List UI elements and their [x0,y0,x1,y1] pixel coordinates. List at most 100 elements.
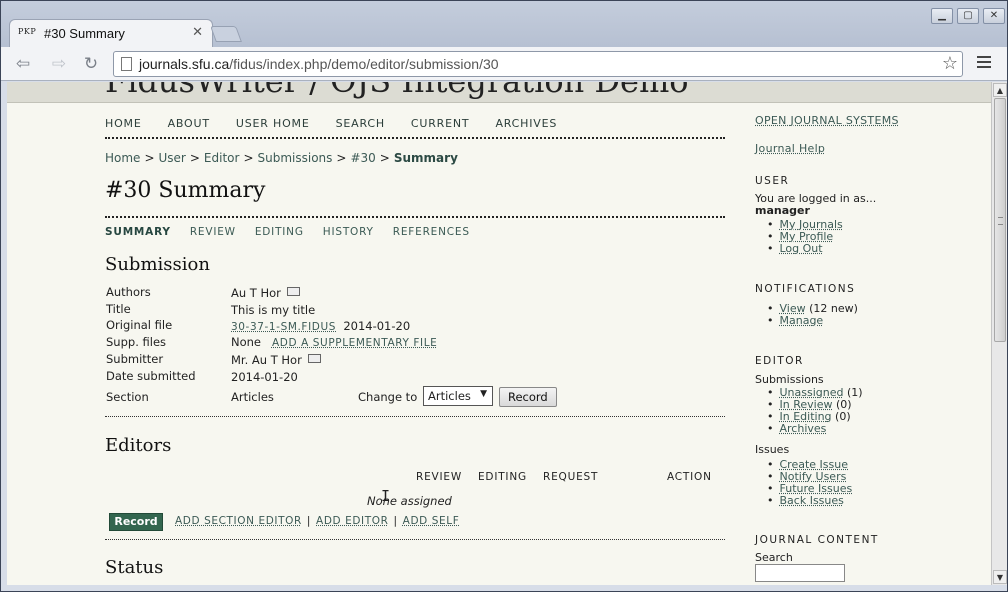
page-icon [121,57,132,71]
address-bar[interactable]: journals.sfu.ca/fidus/index.php/demo/edi… [113,51,963,77]
bookmark-star-icon[interactable]: ☆ [942,53,958,74]
minimize-button[interactable]: ▁ [931,8,953,24]
record-section-button[interactable]: Record [499,387,557,407]
user-links: My Journals My Profile Log Out [767,219,843,255]
tab-references[interactable]: REFERENCES [393,226,470,238]
page-title: #30 Summary [105,178,266,203]
col-request: REQUEST [543,471,599,483]
search-input[interactable] [755,564,845,582]
maximize-button[interactable]: ▢ [957,8,979,24]
page-viewport: FidusWriter / OJS Integration Demo HOME … [7,82,991,585]
col-review: REVIEW [416,471,463,483]
nav-current[interactable]: CURRENT [411,117,470,130]
title-label: Title [106,302,131,316]
original-file-date: 2014-01-20 [343,319,411,333]
tab-review[interactable]: REVIEW [190,226,236,238]
journal-help-link[interactable]: Journal Help [755,142,825,155]
tab-bar: PKP #30 Summary ✕ ▁ ▢ ✕ [1,1,1007,47]
submitter-label: Submitter [106,352,164,366]
tab-close-icon[interactable]: ✕ [192,25,203,40]
notifications-links: View (12 new) Manage [767,303,858,327]
tab-history[interactable]: HISTORY [323,226,374,238]
browser-menu-icon[interactable] [977,56,991,70]
status-heading: Status [105,557,164,578]
nav-user-home[interactable]: USER HOME [236,117,310,130]
site-nav: HOME ABOUT USER HOME SEARCH CURRENT ARCH… [105,117,583,130]
scroll-down-arrow-icon[interactable]: ▼ [993,570,1007,584]
pkp-favicon-icon: PKP [18,27,37,36]
notifications-heading: NOTIFICATIONS [755,283,856,295]
date-submitted-value: 2014-01-20 [231,370,298,384]
url-text[interactable]: journals.sfu.ca/fidus/index.php/demo/edi… [139,56,499,72]
browser-window: PKP #30 Summary ✕ ▁ ▢ ✕ ⇦ ⇨ ↻ journals.s… [0,0,1008,592]
submitter-value: Mr. Au T Hor [231,353,321,367]
supp-files-value: None ADD A SUPPLEMENTARY FILE [231,335,438,349]
list-item: Log Out [767,243,843,255]
editors-heading: Editors [105,435,172,456]
journal-content-heading: JOURNAL CONTENT [755,534,879,546]
ojs-link[interactable]: OPEN JOURNAL SYSTEMS [755,114,899,127]
nav-archives[interactable]: ARCHIVES [495,117,557,130]
reload-icon[interactable]: ↻ [79,53,103,75]
browser-toolbar: ⇦ ⇨ ↻ journals.sfu.ca/fidus/index.php/de… [1,47,1007,81]
breadcrumb-submissions[interactable]: Submissions [258,151,333,165]
submission-tabs: SUMMARY REVIEW EDITING HISTORY REFERENCE… [105,226,489,238]
editor-heading: EDITOR [755,355,804,367]
close-window-button[interactable]: ✕ [983,8,1005,24]
issues-links: Create Issue Notify Users Future Issues … [767,459,853,507]
breadcrumb-home[interactable]: Home [105,151,140,165]
new-tab-button[interactable] [210,26,242,42]
dropdown-arrow-icon: ▼ [480,389,487,399]
text-cursor-icon: I [381,487,391,505]
log-out-link[interactable]: Log Out [780,242,823,255]
submissions-links: Unassigned (1) In Review (0) In Editing … [767,387,863,435]
authors-label: Authors [106,285,151,299]
username: manager [755,204,810,217]
record-editors-button[interactable]: Record [109,513,163,531]
tab-editing[interactable]: EDITING [255,226,304,238]
browser-tab[interactable]: PKP #30 Summary ✕ [9,19,213,47]
grip-icon [998,217,1003,225]
change-to-label: Change to [358,390,418,404]
back-issues-link[interactable]: Back Issues [780,494,844,507]
breadcrumb-30[interactable]: #30 [350,151,375,165]
add-self-link[interactable]: ADD SELF [403,515,460,527]
list-item: Back Issues [767,495,852,507]
original-file-link[interactable]: 30-37-1-SM.FIDUS [231,321,336,333]
nav-home[interactable]: HOME [105,117,142,130]
sidebar: OPEN JOURNAL SYSTEMS Journal Help USER Y… [755,82,991,585]
title-value: This is my title [231,303,316,317]
col-editing: EDITING [478,471,527,483]
list-item: Manage [767,315,858,327]
section-label: Section [106,390,149,404]
add-section-editor-link[interactable]: ADD SECTION EDITOR [175,515,302,527]
nav-about[interactable]: ABOUT [168,117,210,130]
supp-files-label: Supp. files [106,335,167,349]
section-select[interactable]: Articles ▼ [423,386,493,406]
archives-link[interactable]: Archives [780,422,827,435]
main-content: HOME ABOUT USER HOME SEARCH CURRENT ARCH… [7,82,737,585]
submissions-label: Submissions [755,373,824,386]
breadcrumb: Home > User > Editor > Submissions > #30 > Summary [105,151,458,165]
tab-summary[interactable]: SUMMARY [105,226,171,238]
forward-arrow-icon[interactable]: ⇨ [47,53,71,75]
issues-label: Issues [755,443,790,456]
breadcrumb-editor[interactable]: Editor [204,151,240,165]
authors-value: Au T Hor [231,286,300,300]
scroll-up-arrow-icon[interactable]: ▲ [993,83,1007,97]
breadcrumb-user[interactable]: User [159,151,186,165]
add-editor-link[interactable]: ADD EDITOR [316,515,388,527]
nav-divider [105,137,725,139]
nav-search[interactable]: SEARCH [336,117,385,130]
add-supplementary-file-link[interactable]: ADD A SUPPLEMENTARY FILE [272,337,437,349]
vertical-scrollbar[interactable]: ▲ ▼ [991,82,1007,585]
none-assigned-text: None assigned [367,494,452,508]
email-icon[interactable] [286,287,300,296]
back-arrow-icon[interactable]: ⇦ [11,53,35,75]
scroll-thumb[interactable] [994,98,1006,342]
original-file-label: Original file [106,318,173,332]
list-item: Archives [767,423,863,435]
tab-title: #30 Summary [44,26,125,41]
email-icon[interactable] [307,354,321,363]
manage-notifications-link[interactable]: Manage [780,314,824,327]
